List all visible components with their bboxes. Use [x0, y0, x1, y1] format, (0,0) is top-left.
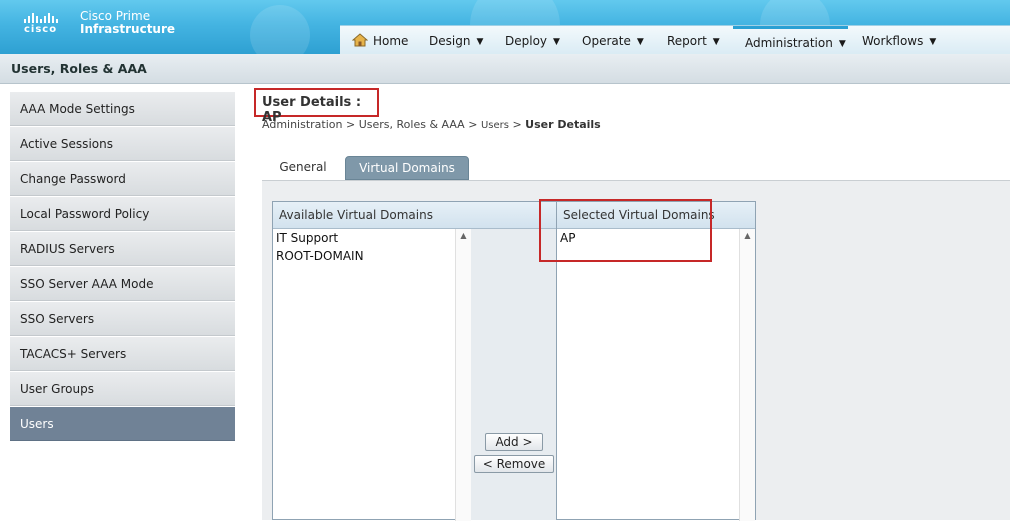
available-domains-header: Available Virtual Domains — [273, 202, 471, 229]
nav-home-label: Home — [373, 34, 409, 48]
chevron-down-icon: ▼ — [553, 37, 560, 47]
breadcrumb-users-roles-aaa[interactable]: Users, Roles & AAA — [359, 118, 465, 131]
main-nav: Home Design ▼ Deploy ▼ Operate ▼ Report ▼ Ad… — [340, 25, 1010, 54]
nav-deploy-label: Deploy — [505, 34, 548, 48]
section-title: Users, Roles & AAA — [11, 61, 147, 76]
top-header: cisco Cisco Prime Infrastructure Home De… — [0, 0, 1010, 54]
list-item[interactable]: IT Support — [273, 229, 471, 247]
product-line2: Infrastructure — [80, 22, 176, 36]
chevron-down-icon: ▼ — [929, 37, 937, 47]
nav-report[interactable]: Report ▼ — [667, 26, 720, 54]
section-header: Users, Roles & AAA — [0, 54, 1010, 84]
chevron-down-icon: ▼ — [476, 37, 484, 47]
transfer-column-header — [471, 202, 556, 229]
breadcrumb-separator: > — [346, 118, 359, 131]
sidebar-item-radius-servers[interactable]: RADIUS Servers — [10, 232, 235, 266]
sidebar-item-sso-servers[interactable]: SSO Servers — [10, 302, 235, 336]
chevron-down-icon: ▼ — [838, 39, 846, 49]
selected-domains-box: Selected Virtual Domains AP ▲ — [556, 201, 756, 521]
sidebar-item-active-sessions[interactable]: Active Sessions — [10, 127, 235, 161]
available-domains-list[interactable]: IT Support ROOT-DOMAIN ▲ — [273, 229, 471, 521]
nav-administration[interactable]: Administration ▼ — [733, 26, 848, 54]
scroll-up-icon[interactable]: ▲ — [456, 229, 471, 243]
nav-design[interactable]: Design ▼ — [429, 26, 483, 54]
breadcrumb-current: User Details — [525, 118, 601, 131]
tab-bar: General Virtual Domains — [262, 156, 1010, 181]
list-item[interactable]: AP — [557, 229, 755, 247]
list-item[interactable]: ROOT-DOMAIN — [273, 247, 471, 265]
cisco-bars-icon — [24, 11, 58, 23]
page-title: User Details : AP — [254, 88, 379, 125]
nav-workflows[interactable]: Workflows ▼ — [862, 26, 936, 54]
breadcrumb: Administration > Users, Roles & AAA > Us… — [262, 118, 601, 131]
sidebar-item-sso-server-aaa-mode[interactable]: SSO Server AAA Mode — [10, 267, 235, 301]
home-icon — [352, 33, 368, 47]
nav-home[interactable]: Home — [352, 26, 408, 54]
sidebar: AAA Mode Settings Active Sessions Change… — [10, 92, 235, 442]
tab-virtual-domains[interactable]: Virtual Domains — [345, 156, 469, 180]
chevron-down-icon: ▼ — [712, 37, 720, 47]
nav-report-label: Report — [667, 34, 707, 48]
scrollbar[interactable]: ▲ — [739, 229, 755, 521]
available-domains-box: Available Virtual Domains IT Support ROO… — [272, 201, 472, 521]
nav-design-label: Design — [429, 34, 471, 48]
nav-deploy[interactable]: Deploy ▼ — [505, 26, 560, 54]
breadcrumb-separator: > — [468, 118, 481, 131]
cisco-logo[interactable]: cisco — [24, 11, 58, 35]
sidebar-item-local-password-policy[interactable]: Local Password Policy — [10, 197, 235, 231]
selected-domains-header: Selected Virtual Domains — [557, 202, 755, 229]
selected-domains-list[interactable]: AP ▲ — [557, 229, 755, 521]
product-name: Cisco Prime Infrastructure — [80, 10, 175, 36]
sidebar-item-aaa-mode-settings[interactable]: AAA Mode Settings — [10, 92, 235, 126]
remove-button[interactable]: < Remove — [474, 455, 554, 473]
sidebar-item-tacacs-servers[interactable]: TACACS+ Servers — [10, 337, 235, 371]
scroll-up-icon[interactable]: ▲ — [740, 229, 755, 243]
breadcrumb-users[interactable]: Users — [481, 120, 509, 131]
sidebar-item-user-groups[interactable]: User Groups — [10, 372, 235, 406]
add-button[interactable]: Add > — [485, 433, 543, 451]
nav-workflows-label: Workflows — [862, 34, 924, 48]
scrollbar[interactable]: ▲ — [455, 229, 471, 521]
nav-operate[interactable]: Operate ▼ — [582, 26, 644, 54]
breadcrumb-separator: > — [512, 118, 526, 131]
chevron-down-icon: ▼ — [636, 37, 644, 47]
nav-operate-label: Operate — [582, 34, 631, 48]
sidebar-item-users[interactable]: Users — [10, 407, 235, 441]
breadcrumb-administration[interactable]: Administration — [262, 118, 343, 131]
sidebar-item-change-password[interactable]: Change Password — [10, 162, 235, 196]
cisco-wordmark: cisco — [24, 24, 58, 35]
tab-general[interactable]: General — [270, 156, 336, 178]
nav-administration-label: Administration — [745, 36, 833, 50]
